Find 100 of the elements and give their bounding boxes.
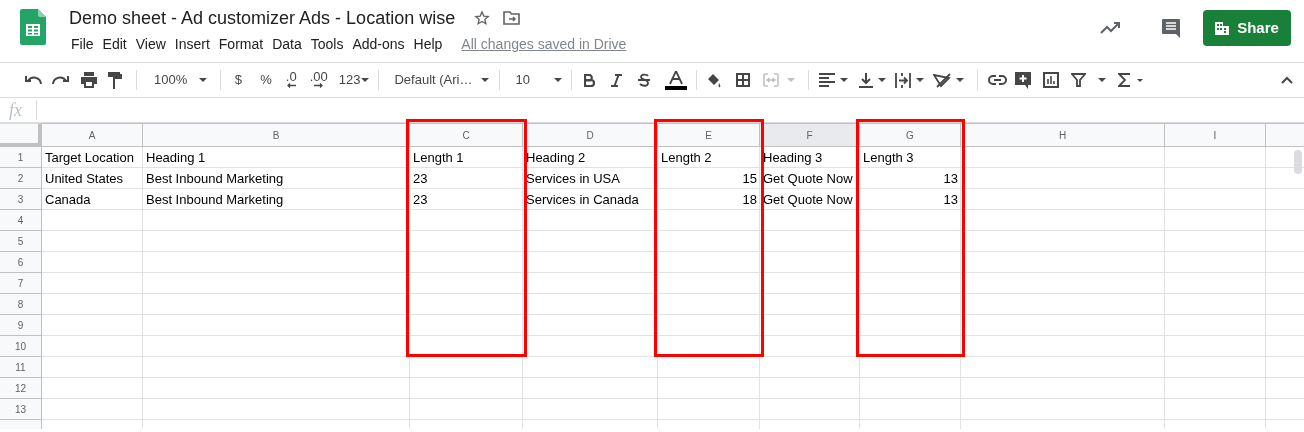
borders-icon[interactable] bbox=[735, 73, 750, 87]
menu-item[interactable]: Insert bbox=[170, 33, 214, 55]
menu-item[interactable]: Format bbox=[214, 33, 268, 55]
table-cell-text: Best Inbound Marketing bbox=[145, 190, 285, 209]
column-header[interactable]: G bbox=[860, 123, 961, 147]
filter-dropdown[interactable] bbox=[1070, 73, 1106, 87]
star-icon[interactable] bbox=[474, 10, 491, 26]
column-header[interactable]: H bbox=[961, 123, 1165, 147]
increase-decimals-button[interactable]: .00 bbox=[309, 70, 328, 88]
column-header[interactable]: C bbox=[410, 123, 523, 147]
print-icon[interactable] bbox=[80, 72, 98, 88]
column-header[interactable]: E bbox=[658, 123, 760, 147]
caret-icon bbox=[481, 78, 490, 82]
align-bottom-icon bbox=[858, 72, 873, 88]
column-header[interactable]: I bbox=[1165, 123, 1266, 147]
table-cell-text: 13 bbox=[942, 190, 959, 209]
add-comment-icon[interactable] bbox=[1014, 71, 1032, 89]
caret-icon bbox=[361, 78, 370, 82]
table-cell-text: 15 bbox=[741, 169, 758, 188]
currency-button[interactable]: $ bbox=[232, 70, 245, 90]
percent-button[interactable]: % bbox=[260, 70, 272, 90]
formula-label: fx bbox=[9, 98, 22, 122]
building-icon bbox=[1215, 21, 1230, 35]
document-title[interactable]: Demo sheet - Ad customizer Ads - Location wise bbox=[69, 4, 456, 32]
menu-item[interactable]: Add-ons bbox=[348, 33, 409, 55]
paint-format-icon[interactable] bbox=[108, 71, 122, 89]
column-header[interactable]: D bbox=[523, 123, 658, 147]
table-cell-text: 23 bbox=[412, 190, 429, 209]
row-number[interactable]: 11 bbox=[0, 357, 42, 378]
table-cell-text: 18 bbox=[741, 190, 758, 209]
folder-icon[interactable] bbox=[503, 11, 521, 25]
caret-icon bbox=[877, 78, 886, 82]
caret-icon bbox=[786, 78, 795, 82]
left-arrow-icon bbox=[286, 82, 296, 88]
collapse-icon[interactable] bbox=[1281, 76, 1293, 84]
menu-item[interactable]: Edit bbox=[98, 33, 131, 55]
undo-icon[interactable] bbox=[24, 75, 42, 85]
menu-item[interactable]: Tools bbox=[306, 33, 348, 55]
sigma-icon bbox=[1117, 73, 1130, 87]
row-number[interactable]: 2 bbox=[0, 168, 42, 189]
caret-icon bbox=[839, 78, 848, 82]
row-number[interactable]: 1 bbox=[0, 147, 42, 168]
column-header[interactable]: F bbox=[760, 123, 860, 147]
table-cell-text: Heading 2 bbox=[525, 148, 587, 167]
menu-item[interactable]: Help bbox=[409, 33, 447, 55]
text-wrap-dropdown[interactable] bbox=[894, 72, 924, 88]
table-cell-text: Heading 3 bbox=[762, 148, 824, 167]
column-header[interactable]: A bbox=[42, 123, 143, 147]
rotate-text-icon bbox=[932, 72, 951, 88]
vertical-align-dropdown[interactable] bbox=[858, 72, 886, 88]
row-number[interactable]: 9 bbox=[0, 315, 42, 336]
caret-icon bbox=[199, 78, 208, 82]
menu-item[interactable]: Data bbox=[268, 33, 306, 55]
column-header[interactable]: B bbox=[143, 123, 410, 147]
row-number[interactable]: 10 bbox=[0, 336, 42, 357]
sheets-logo-icon[interactable] bbox=[20, 9, 46, 45]
table-cell-text: Length 3 bbox=[862, 148, 915, 167]
font-size-dropdown[interactable]: 10 bbox=[515, 70, 562, 90]
row-number[interactable]: 8 bbox=[0, 294, 42, 315]
link-icon[interactable] bbox=[987, 75, 1007, 85]
caret-icon bbox=[955, 78, 964, 82]
trend-icon[interactable] bbox=[1100, 21, 1122, 35]
row-number[interactable]: 5 bbox=[0, 231, 42, 252]
font-dropdown[interactable]: Default (Ari… bbox=[394, 70, 490, 90]
horizontal-align-dropdown[interactable] bbox=[818, 73, 848, 87]
table-cell-text: 13 bbox=[942, 169, 959, 188]
more-formats-dropdown[interactable]: 123 bbox=[338, 70, 370, 90]
text-rotation-dropdown[interactable] bbox=[932, 72, 964, 88]
menu-item[interactable]: File bbox=[67, 33, 98, 55]
bold-icon[interactable] bbox=[583, 73, 595, 87]
scrollbar[interactable] bbox=[1294, 150, 1302, 174]
strikethrough-icon[interactable] bbox=[637, 73, 650, 87]
row-number[interactable]: 3 bbox=[0, 189, 42, 210]
functions-dropdown[interactable] bbox=[1117, 73, 1143, 87]
table-cell-text: Canada bbox=[44, 190, 92, 209]
merge-icon bbox=[762, 73, 779, 87]
table-cell-text: Services in USA bbox=[525, 169, 621, 188]
caret-icon bbox=[1136, 78, 1143, 82]
text-color-icon[interactable] bbox=[664, 70, 687, 90]
share-button[interactable]: Share bbox=[1203, 10, 1291, 46]
comment-icon[interactable] bbox=[1161, 18, 1181, 38]
chart-icon[interactable] bbox=[1042, 72, 1059, 88]
caret-icon bbox=[915, 78, 924, 82]
table-cell-text: Services in Canada bbox=[525, 190, 640, 209]
menu-item[interactable]: View bbox=[131, 33, 170, 55]
redo-icon[interactable] bbox=[52, 75, 70, 85]
table-cell-text: Get Quote Now bbox=[762, 169, 854, 188]
decrease-decimals-button[interactable]: .0 bbox=[285, 70, 297, 88]
row-number[interactable]: 13 bbox=[0, 399, 42, 420]
wrap-icon bbox=[894, 72, 911, 88]
row-number[interactable]: 4 bbox=[0, 210, 42, 231]
row-number[interactable]: 7 bbox=[0, 273, 42, 294]
row-number[interactable]: 12 bbox=[0, 378, 42, 399]
row-number[interactable]: 6 bbox=[0, 252, 42, 273]
save-status-link[interactable]: All changes saved in Drive bbox=[461, 33, 627, 55]
filter-icon bbox=[1070, 73, 1086, 87]
italic-icon[interactable] bbox=[610, 73, 622, 87]
table-cell-text: Length 1 bbox=[412, 148, 465, 167]
zoom-dropdown[interactable]: 100% bbox=[154, 70, 208, 90]
table-cell-text: Get Quote Now bbox=[762, 190, 854, 209]
